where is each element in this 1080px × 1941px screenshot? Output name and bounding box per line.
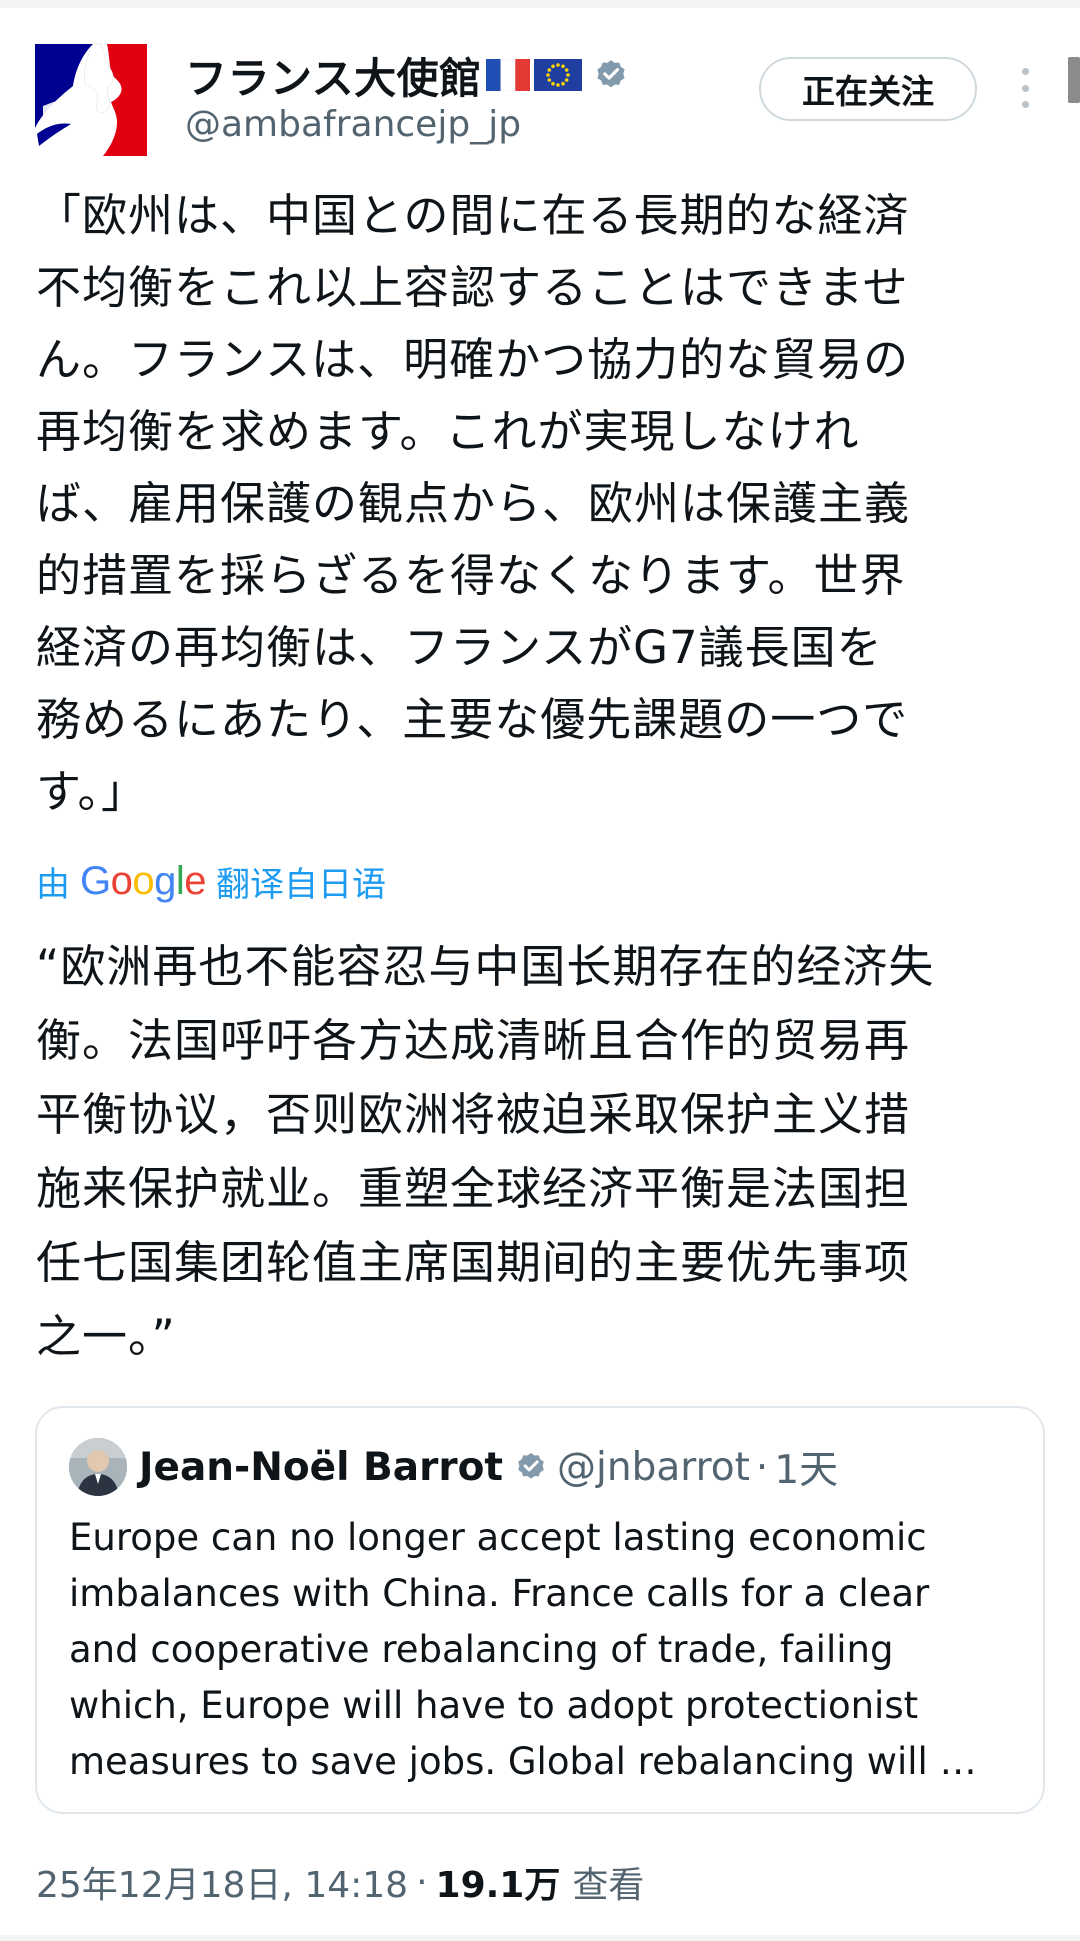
google-logo: Google <box>80 858 207 903</box>
author-display-name[interactable]: フランス大使館 <box>185 45 482 106</box>
translation-suffix: 翻译自日语 <box>216 864 387 905</box>
author-handle[interactable]: @ambafrancejp_jp <box>185 104 521 145</box>
bottom-divider <box>0 1935 1080 1941</box>
flag-eu-icon <box>533 59 582 91</box>
meta-separator: · <box>416 1861 428 1903</box>
top-divider <box>0 0 1080 8</box>
verified-badge-icon[interactable] <box>515 1451 547 1483</box>
quoted-author-name[interactable]: Jean-Noël Barrot <box>139 1445 503 1490</box>
author-name-row: フランス大使館 <box>185 46 628 104</box>
post-meta: 25年12月18日, 14:18 · 19.1万 查看 <box>36 1856 644 1908</box>
translation-prefix: 由 <box>36 864 70 905</box>
following-button[interactable]: 正在关注 <box>759 57 977 121</box>
post-translated-text: “欧洲再也不能容忍与中国长期存在的经济失 衡。法国呼吁各方达成清晰且合作的贸易再… <box>36 940 935 1363</box>
flag-group <box>485 59 582 91</box>
scrollbar[interactable] <box>1068 57 1080 103</box>
author-avatar[interactable] <box>33 42 149 158</box>
post-original-text: 「欧州は、中国との間に在る長期的な経済 不均衡をこれ以上容認することはできませ … <box>36 189 911 818</box>
quoted-author-avatar[interactable] <box>69 1438 127 1496</box>
quoted-post-time[interactable]: 1天 <box>774 1439 838 1495</box>
translation-attribution[interactable]: 由 Google 翻译自日语 <box>36 856 386 906</box>
quoted-post-card[interactable]: Jean-Noël Barrot @jnbarrot · 1天 Europe c… <box>35 1406 1045 1814</box>
quoted-post-header: Jean-Noël Barrot @jnbarrot · 1天 <box>139 1436 838 1498</box>
views-count: 19.1万 <box>435 1865 561 1906</box>
header-separator: · <box>755 1444 769 1490</box>
quoted-author-handle[interactable]: @jnbarrot <box>557 1445 750 1490</box>
more-options-icon[interactable] <box>1015 68 1035 108</box>
views-label: 查看 <box>572 1865 645 1906</box>
verified-badge-icon[interactable] <box>594 58 628 92</box>
post-timestamp[interactable]: 25年12月18日, 14:18 <box>36 1856 408 1908</box>
marianne-logo-icon <box>33 42 149 158</box>
quoted-post-text: Europe can no longer accept lasting econ… <box>69 1516 977 1783</box>
flag-france-icon <box>485 59 530 91</box>
